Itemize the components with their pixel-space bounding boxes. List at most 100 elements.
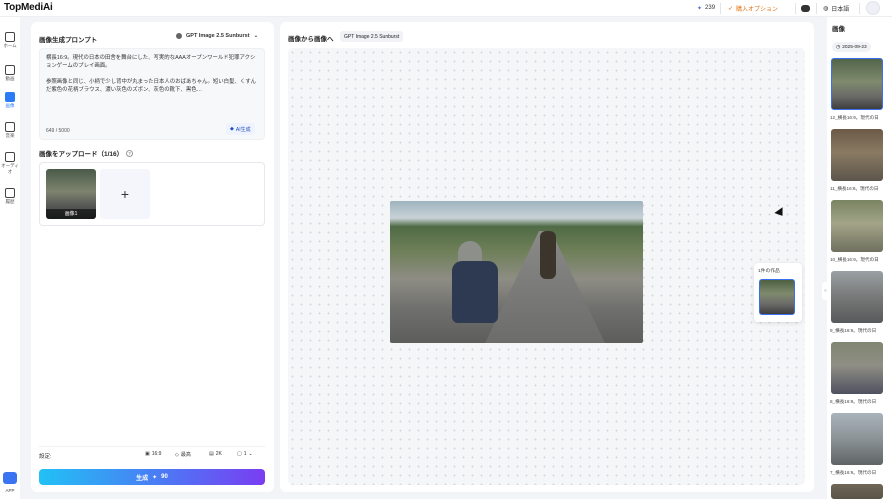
history-thumbnail[interactable] (831, 200, 883, 252)
history-title: 画像 (832, 26, 845, 33)
sidebar-item-label: 履歴 (5, 199, 15, 204)
prompt-panel: 画像生成プロンプト GPT Image 2.5 Sunburst ⌄ 横長16:… (31, 22, 274, 492)
history-panel: 画像 ◷ 2025-09-23 12_横長16:9。現代の日 11_横長16:9… (827, 17, 892, 499)
sidebar-item-image[interactable]: 画像 (0, 92, 20, 109)
sparkle-icon: ✦ (697, 5, 703, 12)
chevron-down-icon: ⌄ (253, 33, 259, 39)
generated-image[interactable] (390, 201, 643, 343)
divider (795, 3, 796, 14)
sidebar-item-label: 画像 (5, 103, 15, 108)
history-thumbnail[interactable] (831, 271, 883, 323)
count-value: 1 (243, 451, 247, 457)
history-thumbnail[interactable] (831, 413, 883, 465)
ratio-icon: ▣ (145, 451, 150, 457)
mouse-cursor-icon (774, 207, 787, 219)
music-icon (5, 122, 15, 132)
ai-generate-label: AI生成 (235, 126, 251, 133)
ai-generate-button[interactable]: ◆ AI生成 (226, 123, 255, 135)
user-avatar[interactable] (866, 1, 880, 15)
help-icon[interactable]: ? (126, 149, 134, 157)
globe-icon: ◍ (823, 5, 829, 12)
credits-value: 239 (705, 5, 716, 11)
discord-button[interactable] (801, 2, 810, 14)
resolution-icon: ▤ (209, 451, 214, 457)
history-caption: 10_横長16:9。現代の日 (830, 257, 879, 262)
model-chip: GPT Image 2.5 Sunburst (340, 31, 404, 42)
history-thumbnail[interactable] (831, 484, 883, 499)
quality-value: 最高 (180, 452, 191, 458)
divider (816, 3, 817, 14)
sidebar-item-history[interactable]: 履歴 (0, 188, 20, 205)
app-label: APP (5, 488, 15, 493)
aspect-ratio-option[interactable]: ▣ 16:9 (145, 451, 161, 457)
sidebar-item-label: 動画 (5, 76, 15, 81)
generate-button[interactable]: 生成 ✦ 90 (39, 469, 265, 485)
discord-icon (801, 4, 810, 12)
buy-options-button[interactable]: ➶ 購入オプション (728, 2, 778, 14)
preview-canvas: 1件の作品 « (288, 48, 829, 485)
resolution-option[interactable]: ▤ 2K (209, 451, 222, 457)
upload-area[interactable]: 画像1 + (39, 162, 265, 226)
divider (720, 3, 721, 14)
ratio-value: 16:9 (151, 451, 162, 457)
sidebar-item-audio[interactable]: オーディオ (0, 152, 20, 175)
settings-label: 設定: (39, 454, 52, 460)
audio-icon (5, 152, 15, 162)
count-icon: ▢ (237, 451, 242, 457)
chevron-down-icon: ⌄ (248, 451, 253, 457)
plus-icon: + (120, 186, 130, 202)
rocket-icon: ➶ (728, 5, 734, 12)
generate-label: 生成 (136, 475, 149, 482)
settings-row: 設定: ▣ 16:9 ◇ 最高 ▤ 2K ▢ 1 ⌄ (39, 446, 265, 462)
history-caption: 7_横長16:9。現代の日 (830, 470, 877, 475)
char-count: 649 / 5000 (46, 128, 70, 134)
model-selector[interactable]: GPT Image 2.5 Sunburst ⌄ (176, 30, 258, 42)
credits-counter[interactable]: ✦ 239 (697, 2, 715, 14)
history-thumbnail[interactable] (831, 58, 883, 110)
model-icon (176, 33, 182, 39)
app-logo[interactable]: TopMediAi (4, 2, 53, 13)
prompt-title: 画像生成プロンプト (39, 37, 98, 44)
count-option[interactable]: ▢ 1 ⌄ (237, 451, 253, 457)
history-caption: 11_横長16:9。現代の日 (830, 186, 879, 191)
divider (859, 3, 860, 14)
result-panel: 画像から画像へ GPT Image 2.5 Sunburst 1件の作品 « (280, 22, 829, 492)
app-download-button[interactable] (3, 472, 17, 484)
language-selector[interactable]: ◍ 日本語 (823, 2, 849, 14)
history-caption: 12_横長16:9。現代の日 (830, 115, 879, 120)
generate-cost: 90 (161, 474, 168, 480)
top-bar: TopMediAi ✦ 239 ➶ 購入オプション ◍ 日本語 (0, 0, 892, 17)
history-thumbnail[interactable] (831, 129, 883, 181)
language-label: 日本語 (831, 6, 850, 13)
prompt-textarea[interactable]: 横長16:9。現代の日本の田舎を舞台にした、写実的なAAAオープンワールド犯罪ア… (39, 48, 265, 140)
ai-icon: ◆ (230, 126, 234, 132)
upload-title-text: 画像をアップロード（1/16） (39, 151, 124, 158)
sidebar-item-video[interactable]: 動画 (0, 65, 20, 82)
sidebar-item-label: ホーム (3, 43, 17, 48)
history-caption: 8_横長16:9。現代の日 (830, 399, 877, 404)
sparkle-icon: ✦ (152, 474, 158, 481)
diamond-icon: ◇ (175, 451, 179, 458)
works-label: 1件の作品 (758, 269, 780, 274)
add-image-button[interactable]: + (100, 169, 150, 219)
result-title: 画像から画像へ (288, 36, 334, 43)
quality-option[interactable]: ◇ 最高 (175, 451, 191, 459)
model-label: GPT Image 2.5 Sunburst (186, 33, 250, 39)
home-icon (5, 32, 15, 42)
works-card[interactable]: 1件の作品 (754, 263, 802, 322)
work-thumbnail[interactable] (759, 279, 795, 315)
image-icon (5, 92, 15, 102)
history-icon (5, 188, 15, 198)
clock-icon: ◷ (836, 44, 841, 50)
scooter-shape (452, 261, 498, 323)
sidebar-item-label: 音楽 (5, 133, 15, 138)
history-caption: 9_横長16:9。現代の日 (830, 328, 877, 333)
sidebar-item-home[interactable]: ホーム (0, 32, 20, 49)
sidebar-item-music[interactable]: 音楽 (0, 122, 20, 139)
thumbnail-label: 画像1 (46, 209, 96, 219)
buy-options-label: 購入オプション (736, 6, 779, 13)
history-thumbnail[interactable] (831, 342, 883, 394)
prompt-text: 横長16:9。現代の日本の田舎を舞台にした、写実的なAAAオープンワールド犯罪ア… (46, 55, 257, 93)
upload-title: 画像をアップロード（1/16） ? (39, 148, 134, 158)
resolution-value: 2K (215, 451, 222, 457)
